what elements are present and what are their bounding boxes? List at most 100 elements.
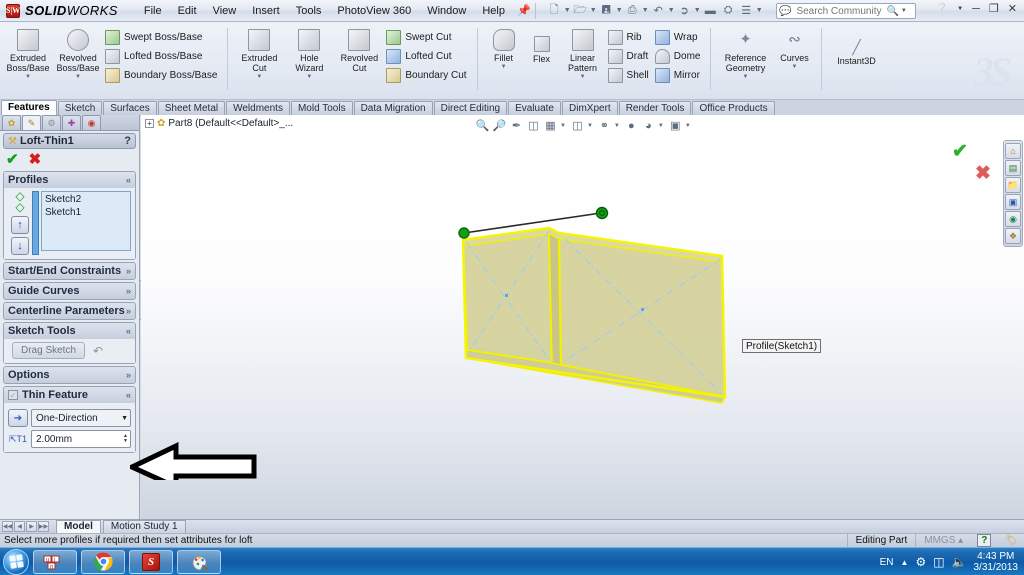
menu-item-file[interactable]: File — [136, 3, 170, 19]
print-caret-icon[interactable]: ▼ — [642, 7, 649, 14]
extruded-boss-base-caret-icon[interactable]: ▼ — [25, 74, 31, 80]
previous-tab-button[interactable]: ◀ — [14, 521, 25, 532]
new-document-icon[interactable]: 🗋 — [546, 2, 563, 19]
hole-wizard-button[interactable]: Hole Wizard ▼ — [284, 26, 334, 80]
search-community-forum[interactable]: 💬 🔍 ▼ — [776, 3, 916, 19]
linear-pattern-button[interactable]: Linear Pattern ▼ — [560, 26, 606, 80]
help-question-icon[interactable]: ❔ — [931, 2, 951, 15]
tab-mold-tools[interactable]: Mold Tools — [290, 101, 353, 115]
chevron-down-icon[interactable]: » — [126, 306, 131, 316]
dome-button[interactable]: Dome — [653, 47, 705, 66]
tab-evaluate[interactable]: Evaluate — [508, 101, 561, 115]
instant3d-button[interactable]: ╱ Instant3D — [828, 26, 884, 66]
menu-item-window[interactable]: Window — [419, 3, 474, 19]
rebuild-icon[interactable]: ▬ — [702, 2, 719, 19]
section-start-end-constraints-header[interactable]: Start/End Constraints » — [4, 263, 135, 279]
menu-item-view[interactable]: View — [205, 3, 245, 19]
chevron-up-icon[interactable]: « — [126, 326, 131, 336]
viewport-confirm-ok[interactable]: ✔ — [952, 140, 968, 163]
loft-preview-model[interactable] — [141, 115, 1024, 519]
taskbar-item-chrome[interactable] — [81, 549, 125, 574]
fillet-button[interactable]: Fillet ▼ — [484, 26, 524, 70]
menu-item-help[interactable]: Help — [474, 3, 513, 19]
open-document-caret-icon[interactable]: ▼ — [590, 7, 597, 14]
close-icon[interactable]: ✕ — [1005, 2, 1020, 15]
thickness-spinner[interactable]: ▲ ▼ — [123, 434, 128, 444]
help-caret-icon[interactable]: ▼ — [954, 6, 966, 12]
units-indicator[interactable]: MMGS ▴ — [915, 533, 971, 548]
save-caret-icon[interactable]: ▼ — [616, 7, 623, 14]
undo-caret-icon[interactable]: ▼ — [668, 7, 675, 14]
tab-motion-study-1[interactable]: Motion Study 1 — [102, 520, 186, 533]
tab-data-migration[interactable]: Data Migration — [353, 101, 433, 115]
drag-sketch-button[interactable]: Drag Sketch — [12, 342, 86, 359]
menu-item-edit[interactable]: Edit — [170, 3, 205, 19]
draft-button[interactable]: Draft — [606, 47, 653, 66]
section-thin-feature-header[interactable]: ✓ Thin Feature « — [4, 387, 135, 403]
lofted-cut-button[interactable]: Lofted Cut — [384, 47, 470, 66]
configuration-manager-tab[interactable]: ⚙ — [42, 115, 61, 130]
new-document-caret-icon[interactable]: ▼ — [564, 7, 571, 14]
section-centerline-parameters-header[interactable]: Centerline Parameters » — [4, 303, 135, 319]
tab-model[interactable]: Model — [56, 520, 101, 533]
menu-item-photoview-360[interactable]: PhotoView 360 — [329, 3, 419, 19]
mirror-button[interactable]: Mirror — [653, 66, 705, 85]
chevron-up-icon[interactable]: « — [126, 390, 131, 400]
select-cursor-icon[interactable]: ➲ — [676, 2, 693, 19]
display-manager-tab[interactable]: ◉ — [82, 115, 101, 130]
section-sketch-tools-header[interactable]: Sketch Tools « — [4, 323, 135, 339]
menu-item-tools[interactable]: Tools — [288, 3, 330, 19]
search-input[interactable] — [794, 4, 887, 18]
options-icon[interactable]: ⛭ — [720, 2, 737, 19]
profiles-list[interactable]: Sketch2 Sketch1 — [41, 191, 131, 251]
search-dropdown-caret-icon[interactable]: ▼ — [901, 8, 907, 14]
undo-sketch-icon[interactable]: ↶ — [93, 344, 103, 358]
extruded-cut-caret-icon[interactable]: ▼ — [256, 74, 262, 80]
search-task-icon[interactable]: ▣ — [1005, 194, 1021, 210]
undo-icon[interactable]: ↶ — [650, 2, 667, 19]
extruded-cut-button[interactable]: Extruded Cut ▼ — [234, 26, 284, 80]
wrap-button[interactable]: Wrap — [653, 28, 705, 47]
taskbar-item-keyboard[interactable]: u i n — [33, 549, 77, 574]
fillet-caret-icon[interactable]: ▼ — [501, 64, 507, 70]
rib-button[interactable]: Rib — [606, 28, 653, 47]
save-icon[interactable]: 🖪 — [598, 2, 615, 19]
taskbar-item-solidworks[interactable]: S — [129, 549, 173, 574]
select-caret-icon[interactable]: ▼ — [694, 7, 701, 14]
tab-sketch[interactable]: Sketch — [57, 101, 103, 115]
tab-office-products[interactable]: Office Products — [692, 101, 775, 115]
help-button[interactable]: ? — [124, 135, 131, 147]
reference-geometry-button[interactable]: ✦ Reference Geometry ▼ — [717, 26, 773, 80]
move-down-button[interactable]: ↓ — [11, 237, 29, 255]
open-document-icon[interactable]: 🗁 — [572, 2, 589, 19]
view-palette-icon[interactable]: ◉ — [1005, 211, 1021, 227]
print-icon[interactable]: ⎙ — [624, 2, 641, 19]
appearances-scenes-icon[interactable]: ❖ — [1005, 228, 1021, 244]
thickness-input[interactable]: 2.00mm ▲ ▼ — [31, 430, 131, 448]
tab-render-tools[interactable]: Render Tools — [618, 101, 692, 115]
section-profiles-header[interactable]: Profiles « — [4, 172, 135, 188]
move-up-button[interactable]: ↑ — [11, 216, 29, 234]
chevron-down-icon[interactable]: » — [126, 266, 131, 276]
solidworks-resources-icon[interactable]: ⌂ — [1005, 143, 1021, 159]
tab-direct-editing[interactable]: Direct Editing — [433, 101, 508, 115]
magnifier-icon[interactable]: 🔍 — [886, 6, 898, 17]
flex-button[interactable]: Flex — [524, 26, 560, 64]
list-item[interactable]: Sketch1 — [45, 206, 127, 219]
graphics-viewport[interactable]: + ✿ Part8 (Default<<Default>_... 🔍 🔎 ✒ ◫… — [141, 115, 1024, 519]
viewport-confirm-cancel[interactable]: ✖ — [975, 162, 991, 185]
language-indicator[interactable]: EN — [880, 557, 894, 568]
swept-boss-base-button[interactable]: Swept Boss/Base — [103, 28, 221, 47]
file-properties-icon[interactable]: ☰ — [738, 2, 755, 19]
windows-start-orb[interactable] — [3, 548, 29, 575]
pushpin-icon[interactable]: 📌 — [517, 4, 531, 17]
shell-button[interactable]: Shell — [606, 66, 653, 85]
revolved-boss-base-button[interactable]: Revolved Boss/Base ▼ — [53, 26, 103, 80]
curves-caret-icon[interactable]: ▼ — [792, 64, 798, 70]
tab-dimxpert[interactable]: DimXpert — [562, 101, 618, 115]
thin-direction-select[interactable]: One-Direction ▼ — [31, 409, 131, 427]
ok-button[interactable]: ✔ — [6, 152, 19, 167]
minimize-icon[interactable]: ─ — [969, 3, 983, 15]
revolved-boss-base-caret-icon[interactable]: ▼ — [75, 74, 81, 80]
section-guide-curves-header[interactable]: Guide Curves » — [4, 283, 135, 299]
